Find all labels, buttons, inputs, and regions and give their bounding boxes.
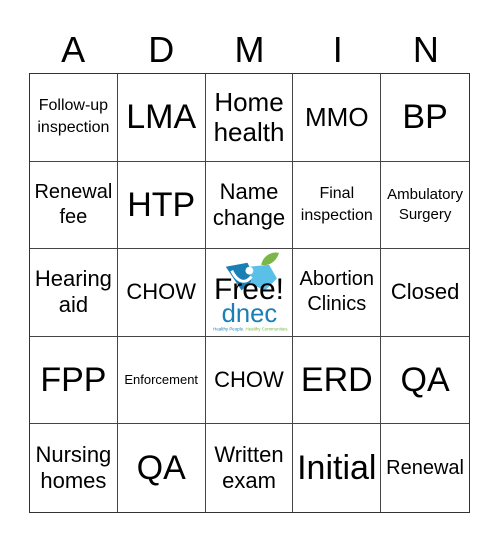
bingo-cell[interactable]: Hearing aid bbox=[30, 249, 118, 337]
cell-label: Name change bbox=[212, 178, 286, 230]
bingo-cell[interactable]: LMA bbox=[117, 74, 206, 162]
cell-label: BP bbox=[402, 98, 448, 137]
bingo-cell[interactable]: MMO bbox=[293, 74, 382, 162]
bingo-cell[interactable]: Renewal bbox=[381, 424, 469, 512]
tagline-people: Healthy People. bbox=[213, 327, 244, 332]
cell-label: CHOW bbox=[126, 279, 197, 305]
bingo-cell[interactable]: Closed bbox=[381, 249, 469, 337]
cell-label: Written exam bbox=[214, 442, 284, 494]
cell-label: Renewal fee bbox=[34, 180, 113, 228]
cell-label: Home health bbox=[213, 87, 285, 148]
bingo-cell[interactable]: Home health bbox=[205, 74, 294, 162]
tagline-communities: Healthy Communities. bbox=[245, 327, 288, 332]
cell-label: Hearing aid bbox=[34, 266, 112, 318]
header-letter-a: A bbox=[61, 29, 86, 70]
bingo-board: Follow-up inspection LMA Home health MMO BP R… bbox=[29, 73, 470, 513]
cell-label: ERD bbox=[300, 361, 373, 400]
bingo-cell[interactable]: ERD bbox=[293, 336, 382, 425]
cell-label: Enforcement bbox=[124, 372, 199, 388]
free-space-cell[interactable]: dnec Healthy People. Healthy Communities. F… bbox=[205, 249, 294, 337]
bingo-cell[interactable]: Ambulatory Surgery bbox=[381, 162, 469, 250]
bingo-cell[interactable]: QA bbox=[381, 337, 469, 425]
bingo-cell[interactable]: Initial bbox=[293, 424, 382, 512]
bingo-cell[interactable]: Abortion Clinics bbox=[293, 249, 382, 337]
header-letter-m: M bbox=[234, 29, 265, 70]
bingo-header: A D M I N bbox=[29, 28, 470, 72]
cell-label: Nursing homes bbox=[35, 442, 112, 494]
cell-label: QA bbox=[400, 361, 450, 400]
cell-label: LMA bbox=[126, 98, 197, 137]
cell-label: MMO bbox=[305, 102, 369, 133]
bingo-cell[interactable]: Written exam bbox=[206, 424, 294, 512]
bingo-cell[interactable]: QA bbox=[118, 424, 206, 512]
bingo-cell[interactable]: Enforcement bbox=[117, 336, 206, 425]
bingo-cell[interactable]: Nursing homes bbox=[30, 424, 118, 512]
cell-label: Final inspection bbox=[300, 184, 373, 224]
bingo-cell[interactable]: Follow-up inspection bbox=[30, 74, 118, 162]
bingo-cell[interactable]: Name change bbox=[205, 161, 294, 250]
cell-label: Ambulatory Surgery bbox=[387, 185, 464, 223]
cell-label: HTP bbox=[127, 185, 196, 224]
bingo-cell[interactable]: CHOW bbox=[117, 249, 206, 337]
bingo-cell[interactable]: CHOW bbox=[205, 336, 294, 425]
cell-label: CHOW bbox=[214, 367, 284, 393]
bingo-cell[interactable]: HTP bbox=[117, 161, 206, 250]
free-space-label: Free! bbox=[213, 273, 284, 307]
cell-label: Initial bbox=[297, 449, 377, 488]
bingo-cell[interactable]: Renewal fee bbox=[30, 161, 118, 250]
cell-label: Closed bbox=[390, 279, 460, 305]
cell-label: Abortion Clinics bbox=[299, 268, 375, 316]
bingo-cell[interactable]: Final inspection bbox=[293, 161, 382, 250]
cell-label: Follow-up inspection bbox=[37, 97, 110, 137]
bingo-cell[interactable]: FPP bbox=[30, 336, 118, 425]
cell-label: FPP bbox=[40, 361, 107, 400]
cell-label: Renewal bbox=[386, 456, 464, 479]
header-letter-d: D bbox=[148, 29, 175, 70]
header-letter-n: N bbox=[412, 29, 439, 70]
header-letter-i: I bbox=[332, 29, 343, 70]
bingo-cell[interactable]: BP bbox=[381, 74, 469, 162]
cell-label: QA bbox=[136, 449, 186, 488]
